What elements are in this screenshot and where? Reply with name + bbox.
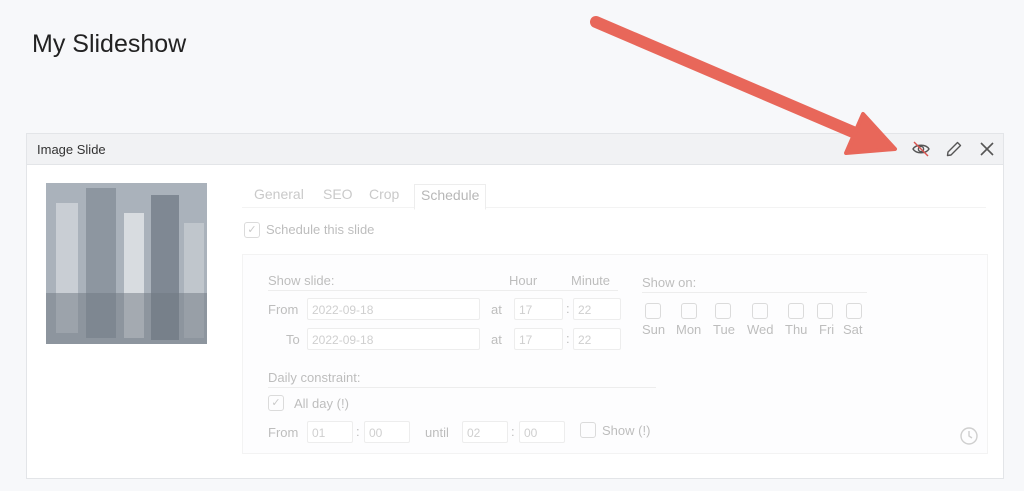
annotation-arrow — [590, 16, 897, 155]
